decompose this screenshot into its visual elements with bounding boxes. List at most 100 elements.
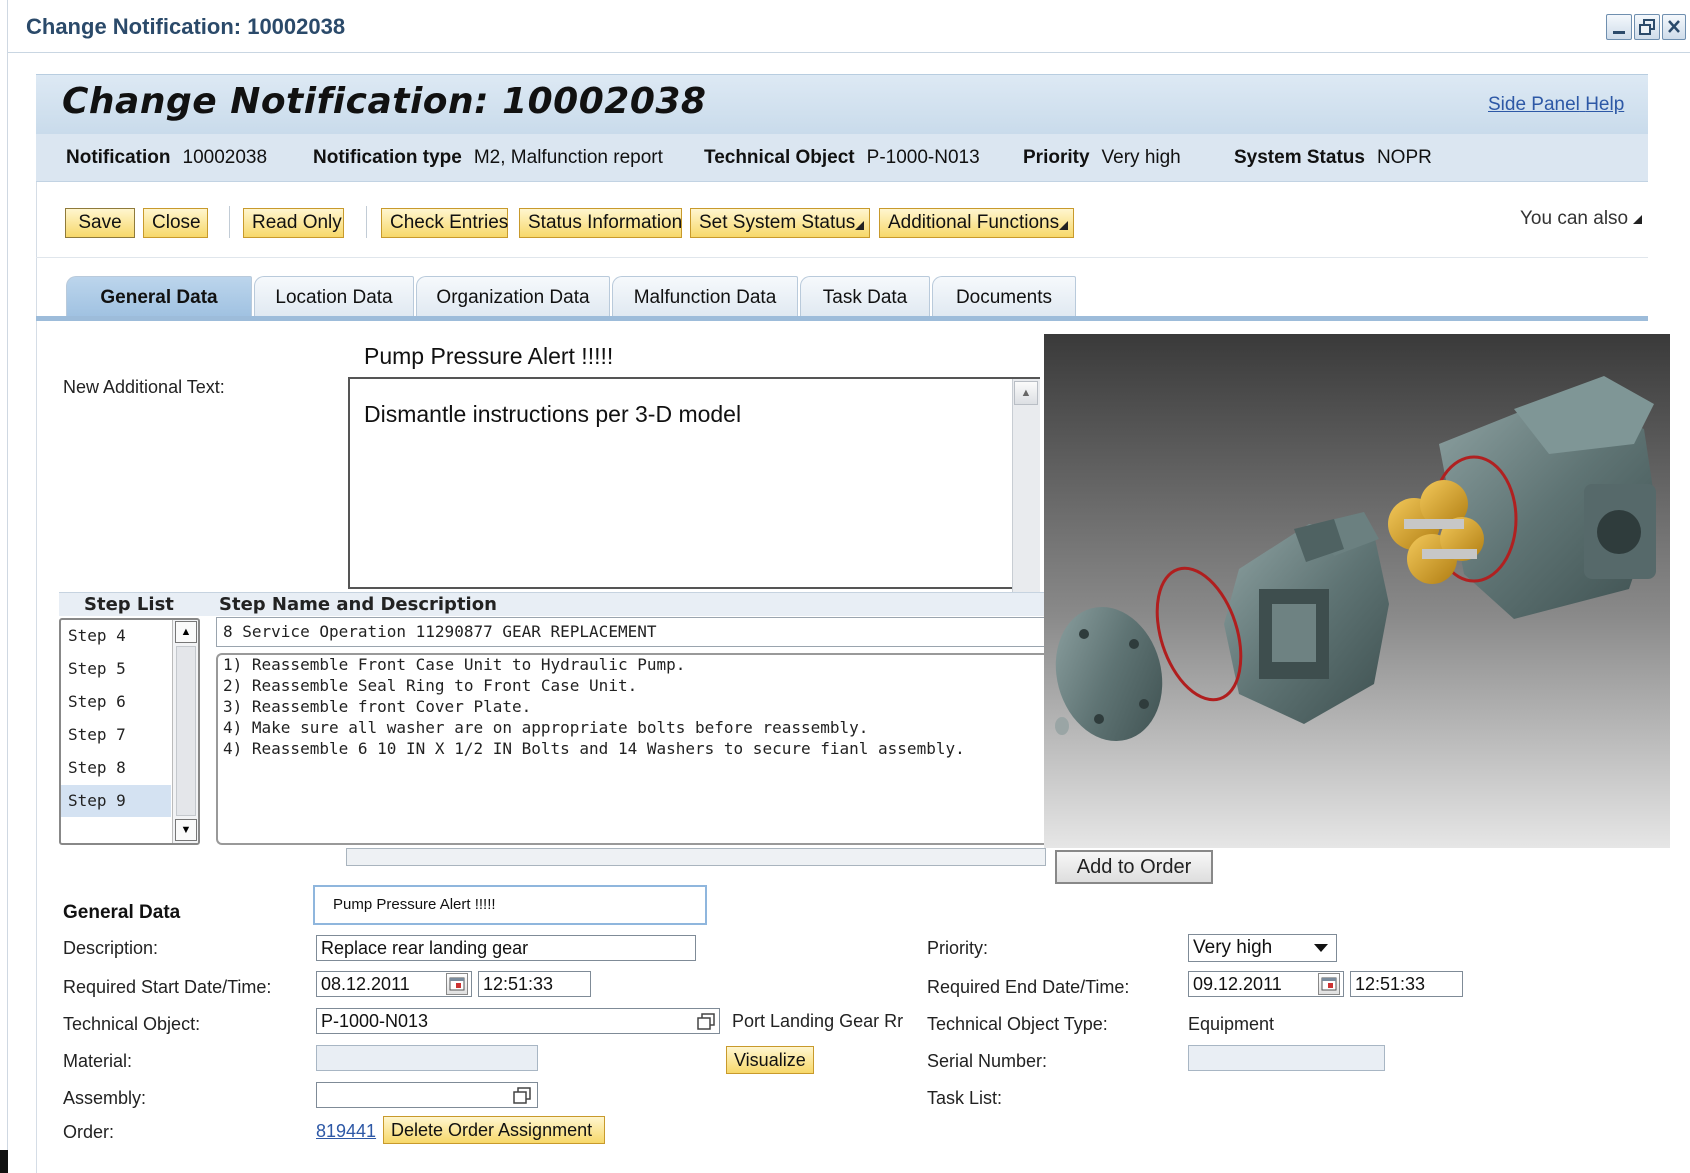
serial-number-label: Serial Number:: [927, 1051, 1048, 1071]
tab-location-data[interactable]: Location Data: [254, 276, 414, 318]
step-list-item[interactable]: Step 8: [61, 752, 171, 784]
assembly-label: Assembly:: [63, 1088, 147, 1108]
you-can-also-label: You can also: [1520, 208, 1629, 229]
step-list-item[interactable]: Step 7: [61, 719, 171, 751]
tab-strip-underline: [36, 316, 1648, 321]
priority-select-value: Very high: [1193, 937, 1273, 958]
toolbar-separator: [229, 206, 230, 238]
start-time-field[interactable]: 12:51:33: [478, 971, 591, 997]
tab-task-data[interactable]: Task Data: [800, 276, 930, 318]
step-name-heading: Step Name and Description: [219, 594, 497, 615]
step-description-line: 1) Reassemble Front Case Unit to Hydraul…: [223, 655, 686, 674]
info-notification-type: Notification type M2, Malfunction report: [313, 147, 663, 169]
window-title-divider: [8, 52, 1690, 53]
calendar-icon[interactable]: [446, 973, 468, 995]
step-name-field[interactable]: 8 Service Operation 11290877 GEAR REPLAC…: [216, 617, 1046, 647]
window-left-edge-dark: [0, 1150, 8, 1173]
priority-label: Priority:: [927, 938, 989, 958]
side-panel-link[interactable]: Side Panel: [1488, 94, 1580, 115]
window-left-edge: [0, 0, 8, 1173]
step-list-item[interactable]: Step 6: [61, 686, 171, 718]
order-number-link[interactable]: 819441: [316, 1121, 376, 1142]
technical-object-type-label: Technical Object Type:: [927, 1014, 1108, 1034]
step-list-scrollbar[interactable]: ▲ ▼: [172, 620, 198, 843]
info-label: Technical Object: [704, 147, 855, 168]
info-value: M2, Malfunction report: [473, 147, 663, 168]
info-label: Notification: [66, 147, 171, 168]
tab-organization-data[interactable]: Organization Data: [416, 276, 610, 318]
read-only-button[interactable]: Read Only: [243, 208, 344, 238]
restore-icon[interactable]: [1634, 14, 1660, 40]
close-icon[interactable]: [1662, 14, 1686, 40]
set-system-status-label: Set System Status: [699, 212, 856, 233]
set-system-status-button[interactable]: Set System Status: [690, 208, 870, 238]
info-value: 10002038: [182, 147, 268, 168]
delete-order-assignment-button[interactable]: Delete Order Assignment: [383, 1116, 605, 1144]
text-area-footer-field: [346, 848, 1046, 866]
technical-object-label: Technical Object:: [63, 1014, 201, 1034]
additional-functions-label: Additional Functions: [888, 212, 1060, 233]
additional-functions-button[interactable]: Additional Functions: [879, 208, 1074, 238]
check-entries-button[interactable]: Check Entries: [381, 208, 508, 238]
material-label: Material:: [63, 1051, 133, 1071]
additional-text-value: Dismantle instructions per 3-D model: [364, 401, 742, 427]
visualize-button[interactable]: Visualize: [726, 1046, 814, 1074]
calendar-icon[interactable]: [1318, 973, 1340, 995]
task-list-label: Task List:: [927, 1088, 1003, 1108]
priority-select[interactable]: Very high: [1188, 934, 1337, 962]
step-list-item[interactable]: Step 5: [61, 653, 171, 685]
scroll-up-icon[interactable]: ▲: [175, 621, 197, 643]
step-description-line: 4) Reassemble 6 10 IN X 1/2 IN Bolts and…: [223, 739, 965, 758]
info-label: Priority: [1023, 147, 1090, 168]
step-list[interactable]: Step 4 Step 5 Step 6 Step 7 Step 8 Step …: [59, 618, 200, 845]
technical-object-description: Port Landing Gear Rr: [732, 1011, 904, 1031]
assembly-field[interactable]: [316, 1082, 538, 1108]
page-title: Change Notification: 10002038: [62, 81, 707, 122]
info-priority: Priority Very high: [1023, 147, 1181, 169]
info-value: NOPR: [1376, 147, 1432, 168]
toolbar-divider: [36, 257, 1648, 258]
description-label: Description:: [63, 938, 159, 958]
step-list-item[interactable]: Step 4: [61, 620, 171, 652]
tab-documents[interactable]: Documents: [932, 276, 1076, 318]
end-time-field[interactable]: 12:51:33: [1350, 971, 1463, 997]
info-system-status: System Status NOPR: [1234, 147, 1432, 169]
dropdown-triangle-icon: [1059, 221, 1068, 230]
short-text-input[interactable]: Pump Pressure Alert !!!!!: [313, 885, 707, 925]
required-end-label: Required End Date/Time:: [927, 977, 1130, 997]
window-title: Change Notification: 10002038: [26, 14, 346, 39]
toolbar-separator: [366, 206, 367, 238]
required-start-label: Required Start Date/Time:: [63, 977, 272, 997]
tab-general-data[interactable]: General Data: [66, 276, 252, 318]
step-list-heading: Step List: [84, 594, 174, 615]
info-label: Notification type: [313, 147, 462, 168]
tab-malfunction-data[interactable]: Malfunction Data: [612, 276, 798, 318]
general-data-heading: General Data: [63, 902, 181, 923]
info-notification: Notification 10002038: [66, 147, 267, 169]
scroll-down-icon[interactable]: ▼: [175, 819, 197, 841]
info-value: Very high: [1101, 147, 1181, 168]
minimize-icon[interactable]: [1606, 14, 1632, 40]
status-information-button[interactable]: Status Information: [519, 208, 682, 238]
close-button[interactable]: Close: [143, 208, 208, 238]
info-technical-object: Technical Object P-1000-N013: [704, 147, 980, 169]
copy-icon[interactable]: [696, 1012, 716, 1032]
scrollbar-thumb[interactable]: [176, 646, 196, 816]
chevron-down-icon: [1314, 944, 1328, 952]
copy-icon[interactable]: [512, 1086, 532, 1106]
textarea-scrollbar[interactable]: [1012, 379, 1040, 593]
pump-3d-model-image[interactable]: [1044, 334, 1670, 848]
help-link[interactable]: Help: [1585, 94, 1624, 115]
add-to-order-button[interactable]: Add to Order: [1055, 850, 1213, 884]
text-subject: Pump Pressure Alert !!!!!: [364, 343, 614, 369]
you-can-also-menu[interactable]: You can also: [1520, 208, 1643, 230]
scroll-up-icon[interactable]: ▲: [1014, 381, 1038, 405]
save-button[interactable]: Save: [65, 208, 135, 238]
new-additional-text-label: New Additional Text:: [63, 377, 225, 397]
info-label: System Status: [1234, 147, 1365, 168]
dropdown-triangle-icon: [855, 221, 864, 230]
technical-object-field[interactable]: P-1000-N013: [316, 1008, 720, 1034]
serial-number-field: [1188, 1045, 1385, 1071]
step-list-item-selected[interactable]: Step 9: [61, 785, 171, 817]
description-field[interactable]: Replace rear landing gear: [316, 935, 696, 961]
